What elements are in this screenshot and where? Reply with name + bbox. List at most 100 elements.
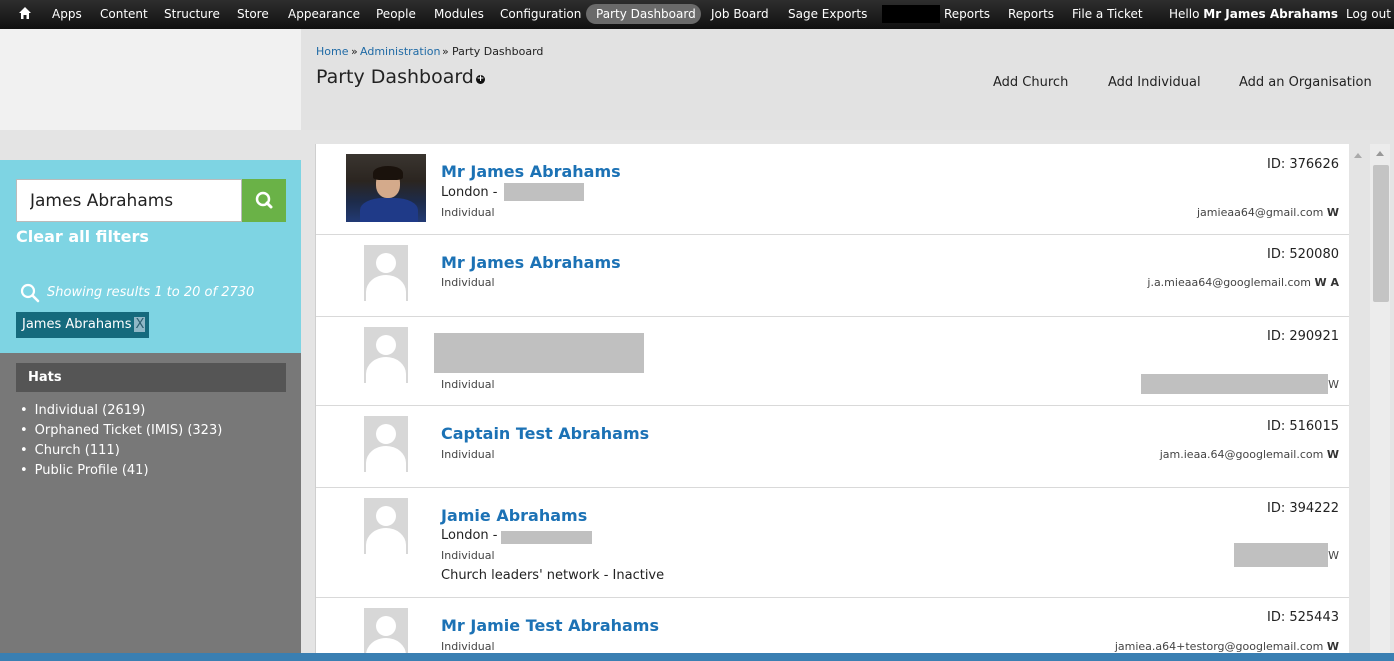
toolbar-people[interactable]: People	[376, 7, 416, 21]
remove-filter-button[interactable]: X	[134, 317, 146, 332]
search-button[interactable]	[242, 179, 286, 222]
add-shortcut-icon[interactable]: +	[476, 75, 485, 84]
result-email-text[interactable]: jamiea.a64+testorg@googlemail.com	[1115, 640, 1324, 653]
default-avatar	[364, 327, 408, 383]
admin-toolbar: Apps Content Structure Store Appearance …	[0, 0, 1394, 29]
result-email[interactable]: j.a.mieaa64@googlemail.com W A	[1147, 276, 1339, 289]
toolbar-job-board[interactable]: Job Board	[711, 7, 769, 21]
home-icon[interactable]	[18, 6, 32, 20]
result-row[interactable]: Jamie Abrahams London - Individual Churc…	[316, 488, 1349, 598]
inner-scroll-up-icon[interactable]	[1354, 153, 1362, 158]
redacted-email	[1141, 374, 1328, 394]
result-id: ID: 525443	[1267, 610, 1339, 625]
breadcrumb-sep: »	[442, 45, 449, 58]
toolbar-store[interactable]: Store	[237, 7, 269, 21]
toolbar-logout[interactable]: Log out	[1346, 7, 1391, 21]
redacted-email	[1234, 543, 1328, 567]
bottom-bar	[0, 653, 1394, 661]
search-results-icon	[20, 283, 40, 303]
redacted-name	[434, 333, 644, 373]
result-name[interactable]: Jamie Abrahams	[441, 506, 587, 525]
toolbar-content[interactable]: Content	[100, 7, 148, 21]
user-name[interactable]: Mr James Abrahams	[1203, 7, 1338, 21]
result-name[interactable]: Captain Test Abrahams	[441, 424, 649, 443]
toolbar-apps[interactable]: Apps	[52, 7, 82, 21]
result-type: Individual	[441, 549, 495, 562]
result-row[interactable]: Mr James Abrahams London - Individual ID…	[316, 144, 1349, 235]
result-email[interactable]: jam.ieaa.64@googlemail.com W	[1160, 448, 1339, 461]
search-panel: Clear all filters Showing results 1 to 2…	[0, 160, 301, 353]
page-header: Home » Administration » Party Dashboard …	[301, 29, 1394, 130]
toolbar-modules[interactable]: Modules	[434, 7, 484, 21]
result-email[interactable]: jamieaa64@gmail.com W	[1197, 206, 1339, 219]
breadcrumb-home[interactable]: Home	[316, 45, 348, 58]
hat-church[interactable]: Church (111)	[20, 443, 222, 463]
toolbar-reports-1[interactable]: Reports	[944, 7, 990, 21]
redacted-block	[504, 183, 584, 201]
hat-orphaned-ticket[interactable]: Orphaned Ticket (IMIS) (323)	[20, 423, 223, 443]
hat-public-profile[interactable]: Public Profile (41)	[20, 463, 222, 483]
result-id: ID: 290921	[1267, 329, 1339, 344]
default-avatar	[364, 245, 408, 301]
result-row[interactable]: Individual ID: 290921 W	[316, 317, 1349, 406]
result-flags: W	[1326, 448, 1339, 461]
result-flags: W	[1328, 549, 1339, 562]
sidebar-spacer	[0, 130, 301, 160]
result-membership: Church leaders' network - Inactive	[441, 568, 665, 583]
result-row[interactable]: Captain Test Abrahams Individual ID: 516…	[316, 406, 1349, 488]
toolbar-party-dashboard[interactable]: Party Dashboard	[596, 7, 696, 21]
results-count: Showing results 1 to 20 of 2730	[47, 285, 255, 300]
search-input[interactable]	[17, 180, 241, 221]
result-id: ID: 516015	[1267, 419, 1339, 434]
scroll-up-icon[interactable]	[1376, 151, 1384, 156]
toolbar-reports-2[interactable]: Reports	[1008, 7, 1054, 21]
toolbar-appearance[interactable]: Appearance	[288, 7, 360, 21]
result-id: ID: 376626	[1267, 157, 1339, 172]
header-left-panel	[0, 29, 301, 130]
hats-list: Individual (2619) Orphaned Ticket (IMIS)…	[20, 403, 223, 483]
result-name[interactable]: Mr Jamie Test Abrahams	[441, 616, 659, 635]
filter-chip-label: James Abrahams	[22, 317, 132, 332]
profile-photo[interactable]	[346, 154, 426, 222]
clear-filters-link[interactable]: Clear all filters	[16, 227, 149, 246]
result-email[interactable]: jamiea.a64+testorg@googlemail.com W	[1115, 640, 1339, 653]
result-email-text[interactable]: jam.ieaa.64@googlemail.com	[1160, 448, 1324, 461]
result-email-text[interactable]: jamieaa64@gmail.com	[1197, 206, 1323, 219]
hats-heading: Hats	[16, 363, 286, 392]
breadcrumb-admin[interactable]: Administration	[360, 45, 441, 58]
result-row[interactable]: Mr Jamie Test Abrahams Individual ID: 52…	[316, 598, 1349, 653]
add-individual-link[interactable]: Add Individual	[1108, 75, 1201, 90]
toolbar-configuration[interactable]: Configuration	[500, 7, 581, 21]
result-row[interactable]: Mr James Abrahams Individual ID: 520080 …	[316, 235, 1349, 317]
add-church-link[interactable]: Add Church	[993, 75, 1068, 90]
result-type: Individual	[441, 640, 495, 653]
breadcrumb-current: Party Dashboard	[452, 45, 544, 58]
redacted-block	[882, 5, 940, 23]
hat-individual[interactable]: Individual (2619)	[20, 403, 222, 423]
default-avatar	[364, 416, 408, 472]
scrollbar-thumb[interactable]	[1373, 165, 1389, 302]
result-location: London -	[441, 185, 498, 200]
result-location: London -	[441, 528, 498, 543]
result-name[interactable]: Mr James Abrahams	[441, 253, 621, 272]
result-id: ID: 394222	[1267, 501, 1339, 516]
result-id: ID: 520080	[1267, 247, 1339, 262]
default-avatar	[364, 498, 408, 554]
redacted-block	[501, 531, 592, 544]
hello-label: Hello	[1169, 7, 1200, 21]
active-filter-chip: James Abrahams X	[16, 312, 150, 338]
toolbar-structure[interactable]: Structure	[164, 7, 220, 21]
results-list: Mr James Abrahams London - Individual ID…	[315, 144, 1349, 653]
result-type: Individual	[441, 448, 495, 461]
toolbar-file-ticket[interactable]: File a Ticket	[1072, 7, 1143, 21]
result-flags: W A	[1314, 276, 1339, 289]
add-organisation-link[interactable]: Add an Organisation	[1239, 75, 1372, 90]
result-flags: W	[1326, 640, 1339, 653]
result-email-text[interactable]: j.a.mieaa64@googlemail.com	[1147, 276, 1311, 289]
result-type: Individual	[441, 206, 495, 219]
toolbar-sage-exports[interactable]: Sage Exports	[788, 7, 867, 21]
page-title: Party Dashboard	[316, 66, 474, 88]
search-icon	[255, 191, 273, 209]
result-name[interactable]: Mr James Abrahams	[441, 162, 621, 181]
toolbar-hello: Hello Mr James Abrahams	[1169, 7, 1338, 21]
